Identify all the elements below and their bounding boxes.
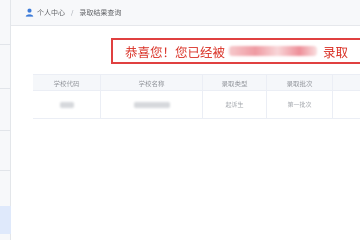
cell-admission-type: 起诉生 xyxy=(203,91,267,118)
main-content: 恭喜您！您已经被 录取 学校代码 学校名称 录取类型 录取批次 起诉生 第一批次 xyxy=(11,26,360,240)
sidebar-item-active[interactable] xyxy=(0,206,11,234)
user-icon xyxy=(25,8,34,17)
cell-admission-batch: 第一批次 xyxy=(267,91,333,118)
header-admission-type: 录取类型 xyxy=(203,75,267,90)
table-row: 起诉生 第一批次 xyxy=(33,91,360,119)
cell-school-code xyxy=(33,91,101,118)
breadcrumb-separator: / xyxy=(71,8,74,17)
sidebar-divider xyxy=(0,170,11,171)
sidebar-divider xyxy=(0,130,11,131)
banner-prefix: 恭喜您！您已经被 xyxy=(125,44,226,60)
redacted-school-name xyxy=(229,46,318,56)
sidebar-divider xyxy=(0,44,11,45)
header-admission-batch: 录取批次 xyxy=(267,75,333,90)
redacted-value xyxy=(133,101,170,108)
redacted-value xyxy=(59,101,74,108)
banner-suffix: 录取 xyxy=(323,44,349,60)
admission-table: 学校代码 学校名称 录取类型 录取批次 起诉生 第一批次 xyxy=(33,74,360,119)
sidebar-divider xyxy=(0,88,11,89)
header-extra xyxy=(333,75,360,90)
sidebar xyxy=(0,0,11,240)
breadcrumb-current: 录取结果查询 xyxy=(79,8,122,17)
header-school-code: 学校代码 xyxy=(33,75,101,90)
cell-school-name xyxy=(101,91,203,118)
breadcrumb-home[interactable]: 个人中心 xyxy=(37,8,65,18)
table-header: 学校代码 学校名称 录取类型 录取批次 xyxy=(33,75,360,91)
admission-banner: 恭喜您！您已经被 录取 xyxy=(111,38,360,64)
header-school-name: 学校名称 xyxy=(101,75,203,90)
cell-extra xyxy=(333,91,360,118)
breadcrumb: 个人中心 / 录取结果查询 xyxy=(11,0,360,26)
